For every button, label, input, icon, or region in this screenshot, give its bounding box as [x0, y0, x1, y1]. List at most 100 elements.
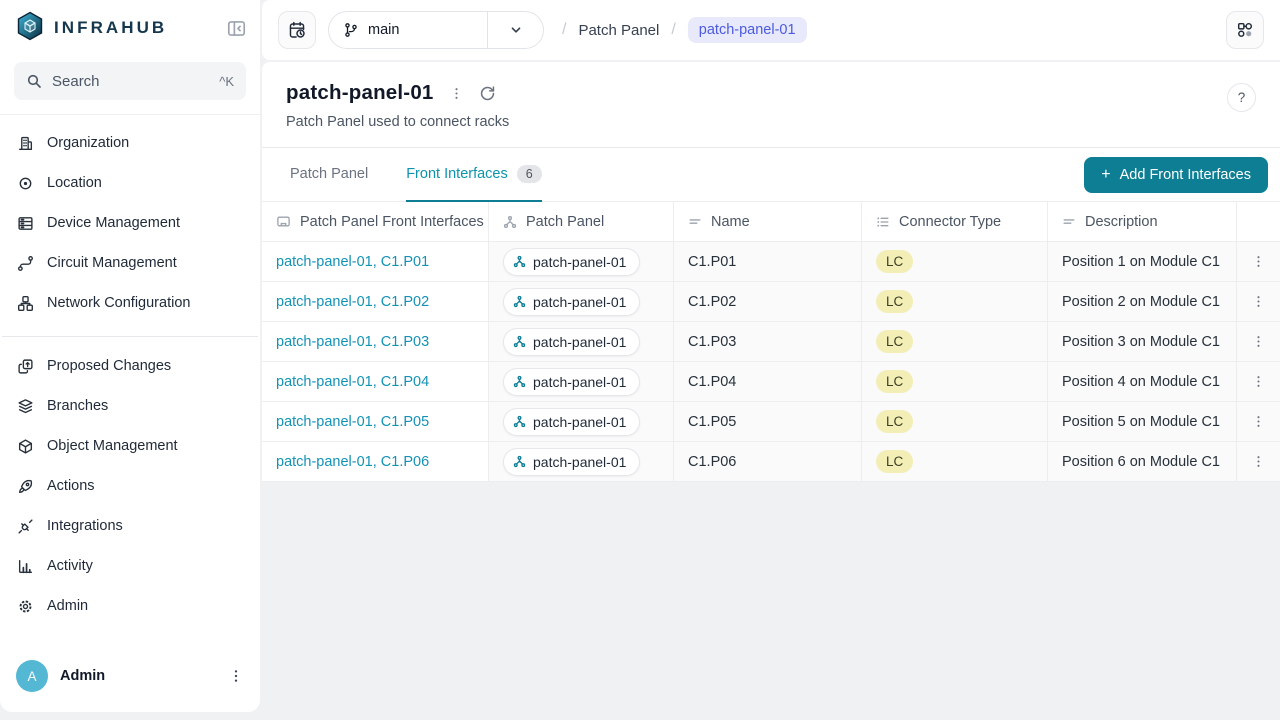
interface-name: C1.P01	[688, 254, 736, 270]
connector-type-badge: LC	[876, 450, 913, 473]
interface-name: C1.P02	[688, 294, 736, 310]
table-row[interactable]: patch-panel-01, C1.P03 patch-panel-01 C1…	[262, 322, 1280, 362]
branch-selector-value[interactable]: main	[329, 12, 487, 48]
row-kebab-icon[interactable]	[1251, 414, 1266, 429]
tab-front-interfaces[interactable]: Front Interfaces 6	[406, 149, 542, 202]
patch-panel-pill[interactable]: patch-panel-01	[503, 288, 640, 316]
interface-link[interactable]: patch-panel-01, C1.P06	[276, 454, 429, 470]
search-shortcut: ^K	[219, 74, 234, 89]
building-icon	[17, 135, 34, 152]
sidebar-item-organization[interactable]: Organization	[0, 123, 260, 163]
refresh-icon[interactable]	[479, 85, 496, 102]
sidebar-item-integrations[interactable]: Integrations	[0, 506, 260, 546]
breadcrumb-current-object[interactable]: patch-panel-01	[688, 17, 807, 43]
user-name: Admin	[60, 668, 105, 684]
search-icon	[26, 73, 42, 89]
user-menu-kebab-icon[interactable]	[228, 668, 244, 684]
cube-icon	[17, 438, 34, 455]
interface-link[interactable]: patch-panel-01, C1.P05	[276, 414, 429, 430]
sidebar-item-label: Organization	[47, 135, 129, 151]
tab-patch-panel[interactable]: Patch Panel	[290, 149, 368, 202]
server-icon	[17, 215, 34, 232]
sidebar-item-activity[interactable]: Activity	[0, 546, 260, 586]
time-travel-button[interactable]	[278, 11, 316, 49]
help-button[interactable]: ?	[1227, 83, 1256, 112]
sidebar-item-label: Network Configuration	[47, 295, 190, 311]
interface-link[interactable]: patch-panel-01, C1.P02	[276, 294, 429, 310]
breadcrumb-patch-panel[interactable]: Patch Panel	[578, 22, 659, 39]
breadcrumb-separator: /	[671, 21, 675, 39]
hierarchy-icon	[513, 455, 526, 468]
tasks-button[interactable]	[1226, 11, 1264, 49]
branch-selector-caret[interactable]	[487, 12, 543, 48]
column-header-label: Connector Type	[899, 214, 1001, 230]
table-row[interactable]: patch-panel-01, C1.P01 patch-panel-01 C1…	[262, 242, 1280, 282]
diff-icon	[17, 358, 34, 375]
network-icon	[17, 295, 34, 312]
interface-link[interactable]: patch-panel-01, C1.P01	[276, 254, 429, 270]
row-kebab-icon[interactable]	[1251, 374, 1266, 389]
content-card: patch-panel-01 Patch Panel used to conne…	[262, 62, 1280, 482]
connector-type-badge: LC	[876, 370, 913, 393]
sidebar-item-object-management[interactable]: Object Management	[0, 426, 260, 466]
column-header-label: Patch Panel Front Interfaces	[300, 214, 484, 230]
patch-panel-pill[interactable]: patch-panel-01	[503, 448, 640, 476]
object-menu-kebab-icon[interactable]	[449, 86, 464, 101]
sidebar-item-circuit-management[interactable]: Circuit Management	[0, 243, 260, 283]
interface-link[interactable]: patch-panel-01, C1.P04	[276, 374, 429, 390]
sidebar-item-label: Device Management	[47, 215, 180, 231]
hierarchy-icon	[513, 295, 526, 308]
object-header: patch-panel-01 Patch Panel used to conne…	[262, 62, 1280, 147]
row-kebab-icon[interactable]	[1251, 254, 1266, 269]
patch-panel-pill-label: patch-panel-01	[533, 334, 626, 350]
chevron-down-icon	[508, 22, 524, 38]
connector-type-badge: LC	[876, 330, 913, 353]
list-icon	[876, 215, 890, 229]
sidebar-item-admin[interactable]: Admin	[0, 586, 260, 626]
table-row[interactable]: patch-panel-01, C1.P04 patch-panel-01 C1…	[262, 362, 1280, 402]
hierarchy-icon	[513, 255, 526, 268]
table-row[interactable]: patch-panel-01, C1.P06 patch-panel-01 C1…	[262, 442, 1280, 482]
table-row[interactable]: patch-panel-01, C1.P02 patch-panel-01 C1…	[262, 282, 1280, 322]
column-header-description: Description	[1048, 202, 1237, 242]
hierarchy-icon	[513, 335, 526, 348]
front-interfaces-table: Patch Panel Front Interfaces Patch Panel	[262, 202, 1280, 482]
card-icon	[276, 214, 291, 229]
search-input[interactable]: Search ^K	[14, 62, 246, 100]
table-row[interactable]: patch-panel-01, C1.P05 patch-panel-01 C1…	[262, 402, 1280, 442]
sidebar-item-label: Admin	[47, 598, 88, 614]
sidebar-item-actions[interactable]: Actions	[0, 466, 260, 506]
row-kebab-icon[interactable]	[1251, 294, 1266, 309]
sidebar-item-network-configuration[interactable]: Network Configuration	[0, 283, 260, 323]
brand-name: INFRAHUB	[54, 18, 167, 38]
patch-panel-pill-label: patch-panel-01	[533, 374, 626, 390]
column-header-patch-panel: Patch Panel	[489, 202, 674, 242]
patch-panel-pill[interactable]: patch-panel-01	[503, 248, 640, 276]
sidebar-item-customer-service[interactable]: Customer Service	[0, 323, 260, 336]
tab-label: Patch Panel	[290, 166, 368, 182]
branch-selector[interactable]: main	[328, 11, 544, 49]
patch-panel-pill-label: patch-panel-01	[533, 454, 626, 470]
sidebar-item-location[interactable]: Location	[0, 163, 260, 203]
patch-panel-pill[interactable]: patch-panel-01	[503, 328, 640, 356]
plus-icon: +	[1101, 167, 1110, 183]
sidebar-item-label: Branches	[47, 398, 108, 414]
collapse-sidebar-icon[interactable]	[227, 19, 246, 38]
row-kebab-icon[interactable]	[1251, 334, 1266, 349]
column-header-connector-type: Connector Type	[862, 202, 1048, 242]
sidebar-item-branches[interactable]: Branches	[0, 386, 260, 426]
interface-name: C1.P04	[688, 374, 736, 390]
sidebar-item-proposed-changes[interactable]: Proposed Changes	[0, 346, 260, 386]
sidebar-item-device-management[interactable]: Device Management	[0, 203, 260, 243]
row-kebab-icon[interactable]	[1251, 454, 1266, 469]
interface-name: C1.P05	[688, 414, 736, 430]
patch-panel-pill[interactable]: patch-panel-01	[503, 408, 640, 436]
column-header-display-label: Patch Panel Front Interfaces	[262, 202, 489, 242]
gear-icon	[17, 598, 34, 615]
add-button-label: Add Front Interfaces	[1120, 167, 1251, 183]
add-front-interfaces-button[interactable]: + Add Front Interfaces	[1084, 157, 1268, 193]
user-row: A Admin	[0, 650, 260, 712]
patch-panel-pill[interactable]: patch-panel-01	[503, 368, 640, 396]
interface-link[interactable]: patch-panel-01, C1.P03	[276, 334, 429, 350]
topbar: main / Patch Panel / patch-panel-01	[262, 0, 1280, 60]
